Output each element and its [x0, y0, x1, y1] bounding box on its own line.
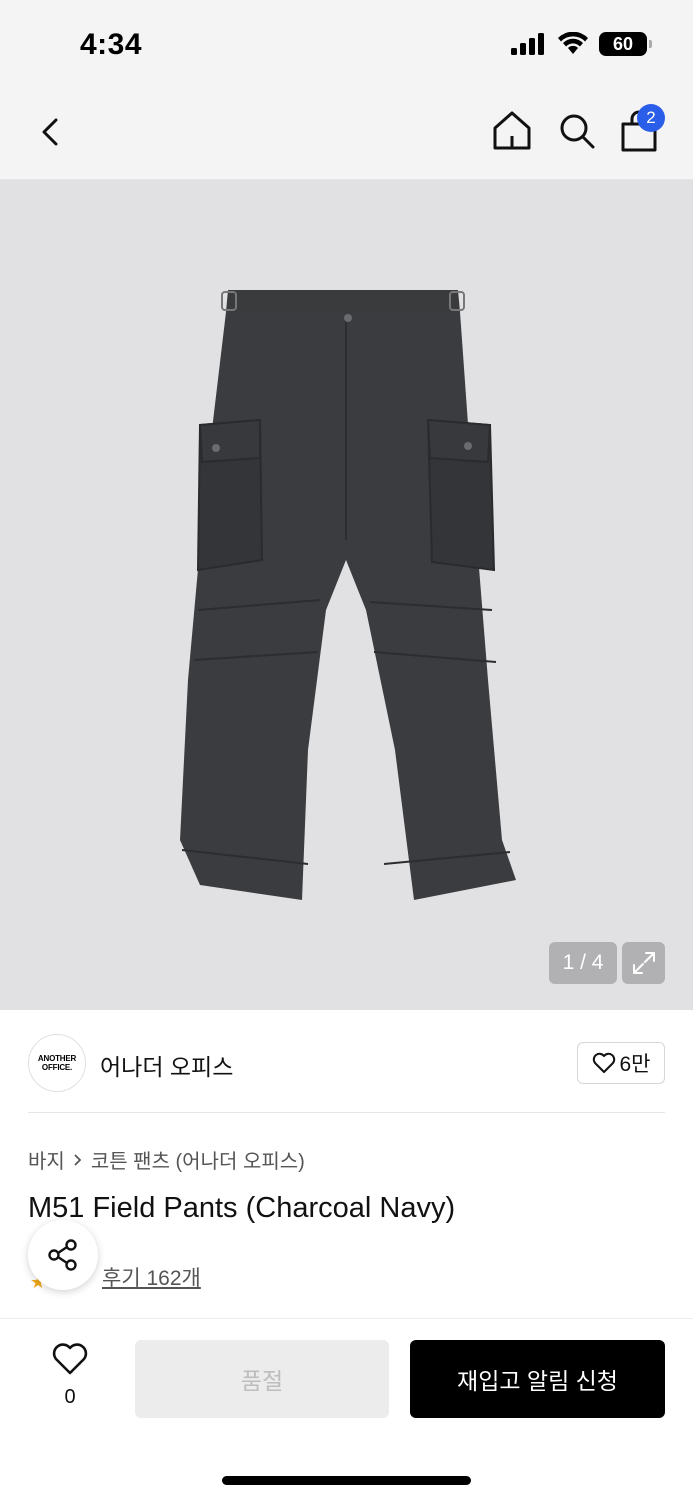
status-time: 4:34 — [80, 28, 143, 61]
soldout-button: 품절 — [135, 1340, 389, 1418]
status-bar: 4:34 60 — [0, 0, 693, 90]
review-link[interactable]: 후기 162개 — [102, 1262, 201, 1292]
cart-count-badge[interactable]: 2 — [637, 104, 665, 132]
brand-name[interactable]: 어나더 오피스 — [100, 1048, 233, 1082]
home-icon[interactable] — [490, 108, 534, 154]
product-image[interactable] — [0, 180, 693, 1010]
brand-logo-line1: ANOTHER — [37, 1054, 77, 1063]
breadcrumb-subcategory[interactable]: 코튼 팬츠 (어나더 오피스) — [91, 1145, 305, 1174]
brand-logo[interactable]: ANOTHER OFFICE. — [28, 1034, 86, 1092]
share-icon — [48, 1239, 77, 1271]
divider — [28, 1112, 665, 1113]
heart-outline-icon — [52, 1343, 88, 1375]
status-icons: 60 — [511, 32, 652, 56]
brand-row[interactable]: ANOTHER OFFICE. 어나더 오피스 6만 — [28, 1034, 665, 1092]
wish-button[interactable] — [50, 1342, 90, 1381]
brand-like-button[interactable]: 6만 — [577, 1042, 665, 1084]
search-icon[interactable] — [555, 108, 599, 154]
share-button[interactable] — [28, 1220, 98, 1290]
brand-logo-line2: OFFICE. — [41, 1063, 73, 1072]
breadcrumb: 바지 코튼 팬츠 (어나더 오피스) — [28, 1145, 305, 1174]
home-indicator[interactable] — [222, 1476, 471, 1485]
heart-outline-icon — [592, 1052, 615, 1073]
product-title: M51 Field Pants (Charcoal Navy) — [28, 1192, 456, 1224]
battery-level: 60 — [612, 33, 634, 54]
pants-product-photo — [180, 290, 516, 900]
chevron-right-icon — [74, 1153, 82, 1166]
image-counter: 1 / 4 — [549, 942, 617, 984]
restock-alert-button[interactable]: 재입고 알림 신청 — [410, 1340, 665, 1418]
expand-button[interactable] — [622, 942, 665, 984]
breadcrumb-category[interactable]: 바지 — [28, 1145, 65, 1174]
cellular-signal-icon — [511, 33, 544, 55]
brand-like-count: 6만 — [619, 1053, 651, 1076]
back-chevron-icon[interactable] — [30, 110, 74, 154]
nav-bar — [0, 90, 693, 180]
wish-count: 0 — [64, 1386, 76, 1408]
expand-icon — [632, 952, 655, 974]
wifi-icon — [558, 32, 588, 54]
battery-icon: 60 — [599, 32, 652, 56]
